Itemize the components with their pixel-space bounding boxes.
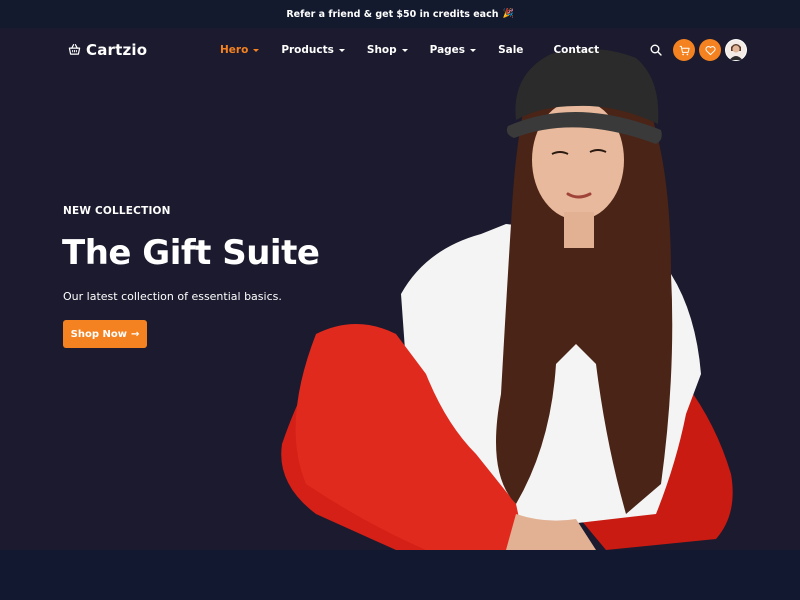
promo-text: Refer a friend & get $50 in credits each: [286, 8, 499, 20]
nav-label: Pages: [429, 44, 466, 56]
basket-icon: [68, 41, 81, 60]
search-icon: [650, 44, 662, 56]
nav-item-shop[interactable]: Shop: [367, 44, 408, 56]
hero-subtitle: Our latest collection of essential basic…: [63, 290, 282, 303]
promo-bar: Refer a friend & get $50 in credits each…: [0, 0, 800, 28]
brand-logo[interactable]: Cartzio: [68, 40, 147, 60]
chevron-down-icon: [401, 48, 408, 52]
cart-icon: [679, 45, 690, 55]
chevron-down-icon: [470, 48, 477, 52]
wishlist-button[interactable]: [699, 39, 721, 61]
shop-now-button[interactable]: Shop Now →: [63, 320, 147, 348]
heart-icon: [704, 45, 716, 55]
nav-item-sale[interactable]: Sale: [498, 44, 523, 56]
hero-model-image: [281, 48, 733, 550]
hero-eyebrow: NEW COLLECTION: [63, 205, 171, 217]
chevron-down-icon: [253, 48, 260, 52]
cart-button[interactable]: [673, 39, 695, 61]
footer-band: [0, 550, 800, 600]
nav-item-pages[interactable]: Pages: [429, 44, 477, 56]
nav-label: Contact: [553, 44, 600, 56]
nav-label: Hero: [220, 44, 249, 56]
search-button[interactable]: [648, 42, 664, 58]
nav-item-products[interactable]: Products: [281, 44, 345, 56]
nav-label: Shop: [366, 44, 397, 56]
arrow-right-icon: →: [130, 328, 140, 340]
brand-name: Cartzio: [86, 41, 148, 59]
button-label: Shop Now: [70, 328, 127, 340]
party-icon: 🎉: [502, 9, 514, 19]
nav-label: Products: [281, 44, 334, 56]
nav-item-hero[interactable]: Hero: [220, 44, 260, 56]
main-navbar: Cartzio Hero Products Shop Pages Sale Co…: [0, 28, 800, 72]
nav-actions: [648, 39, 747, 61]
nav-label: Sale: [498, 44, 524, 56]
avatar[interactable]: [725, 39, 747, 61]
nav-menu: Hero Products Shop Pages Sale Contact: [220, 41, 621, 59]
user-avatar-image: [726, 40, 746, 60]
chevron-down-icon: [338, 48, 345, 52]
nav-item-contact[interactable]: Contact: [553, 44, 599, 56]
